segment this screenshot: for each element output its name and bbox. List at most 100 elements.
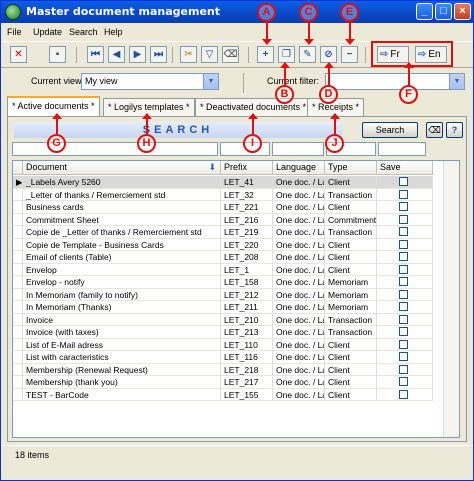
table-row[interactable]: List of E-Mail adress LET_110 One doc. / L… bbox=[13, 338, 433, 351]
save-checkbox[interactable] bbox=[399, 364, 408, 374]
search-document-input[interactable] bbox=[12, 142, 218, 156]
table-row[interactable]: TEST - BarCode LET_155 One doc. / La Client bbox=[13, 388, 433, 401]
menu-update[interactable]: Update bbox=[33, 27, 62, 37]
vertical-scrollbar[interactable] bbox=[443, 161, 459, 437]
column-header-language[interactable]: Language bbox=[273, 161, 325, 175]
save-checkbox[interactable] bbox=[399, 239, 408, 249]
deactivate-circle-icon[interactable]: ⊘ bbox=[320, 46, 337, 63]
save-checkbox[interactable] bbox=[399, 289, 408, 299]
search-save-input[interactable] bbox=[378, 142, 426, 156]
cell-prefix: LET_213 bbox=[221, 326, 273, 339]
save-checkbox[interactable] bbox=[399, 314, 408, 324]
cell-type: Transaction bbox=[325, 226, 377, 239]
row-indicator bbox=[13, 288, 23, 301]
table-row[interactable]: Email of clients (Table) LET_208 One doc. … bbox=[13, 251, 433, 264]
edit-document-icon[interactable]: ✎ bbox=[299, 46, 316, 63]
table-row[interactable]: List with caracteristics LET_116 One doc. … bbox=[13, 351, 433, 364]
toolbar-separator bbox=[172, 47, 173, 63]
maximize-button[interactable]: □ bbox=[435, 3, 452, 20]
chevron-down-icon[interactable]: ▼ bbox=[449, 74, 464, 89]
save-checkbox[interactable] bbox=[399, 339, 408, 349]
eraser-icon[interactable]: ⌫ bbox=[222, 46, 239, 63]
title-bar[interactable]: Master document management _ □ × bbox=[1, 1, 473, 23]
save-checkbox[interactable] bbox=[399, 177, 408, 186]
cell-type: Commitment bbox=[325, 213, 377, 226]
cell-save bbox=[377, 376, 433, 389]
menu-search[interactable]: Search bbox=[69, 27, 98, 37]
remove-minus-icon[interactable]: − bbox=[341, 46, 358, 63]
callout-f-arrow bbox=[404, 62, 414, 85]
save-checkbox[interactable] bbox=[399, 252, 408, 261]
cell-prefix: LET_158 bbox=[221, 276, 273, 289]
copy-document-icon[interactable]: ❐ bbox=[278, 46, 295, 63]
table-row[interactable]: Copie de Template - Business Cards LET_22… bbox=[13, 238, 433, 251]
close-button[interactable]: × bbox=[454, 3, 471, 20]
callout-i: I bbox=[243, 134, 262, 153]
next-record-icon[interactable]: ▶ bbox=[129, 46, 146, 63]
save-checkbox[interactable] bbox=[399, 352, 408, 361]
callout-j: J bbox=[325, 134, 344, 153]
row-indicator bbox=[13, 363, 23, 376]
save-checkbox[interactable] bbox=[399, 327, 408, 336]
current-view-select[interactable]: My view ▼ bbox=[81, 73, 219, 90]
table-row[interactable]: Invoice LET_210 One doc. / La Transaction bbox=[13, 313, 433, 326]
cell-prefix: LET_219 bbox=[221, 226, 273, 239]
current-filter-select[interactable]: ▼ bbox=[325, 73, 465, 90]
cell-language: One doc. / La bbox=[273, 338, 325, 351]
column-header-type[interactable]: Type bbox=[325, 161, 377, 175]
chevron-down-icon[interactable]: ▼ bbox=[203, 74, 218, 89]
column-header-document[interactable]: Document ⬇ bbox=[23, 161, 221, 175]
table-row[interactable]: In Memoriam (family to notify) LET_212 One… bbox=[13, 288, 433, 301]
cell-language: One doc. / La bbox=[273, 226, 325, 239]
clear-filter-icon[interactable]: ✂ bbox=[180, 46, 197, 63]
column-header-prefix[interactable]: Prefix bbox=[221, 161, 273, 175]
callout-c-arrow bbox=[304, 22, 314, 45]
minimize-button[interactable]: _ bbox=[416, 3, 433, 20]
save-checkbox[interactable] bbox=[399, 214, 408, 224]
save-checkbox[interactable] bbox=[399, 202, 408, 211]
delete-x-icon[interactable]: ✕ bbox=[10, 46, 27, 63]
save-checkbox[interactable] bbox=[399, 264, 408, 274]
cell-language: One doc. / La bbox=[273, 213, 325, 226]
table-row[interactable]: Copie de _Letter of thanks / Remerciemen… bbox=[13, 226, 433, 239]
toolbar-separator bbox=[76, 47, 77, 63]
save-checkbox[interactable] bbox=[399, 227, 408, 236]
cell-document: List with caracteristics bbox=[23, 351, 221, 364]
cell-type: Client bbox=[325, 201, 377, 214]
table-row[interactable]: Envelop - notify LET_158 One doc. / La Memo… bbox=[13, 276, 433, 289]
table-row[interactable]: Membership (Renewal Request) LET_218 One d… bbox=[13, 363, 433, 376]
previous-record-icon[interactable]: ◀ bbox=[108, 46, 125, 63]
funnel-filter-icon[interactable]: ▽ bbox=[201, 46, 218, 63]
search-button[interactable]: Search bbox=[362, 122, 418, 138]
table-row[interactable]: _Letter of thanks / Remerciement std LET_… bbox=[13, 188, 433, 201]
first-record-icon[interactable]: ⏮ bbox=[87, 46, 104, 63]
last-record-icon[interactable]: ⏭ bbox=[150, 46, 167, 63]
save-checkbox[interactable] bbox=[399, 377, 408, 386]
eraser-icon[interactable]: ⌫ bbox=[426, 122, 443, 138]
save-checkbox[interactable] bbox=[399, 302, 408, 311]
cell-document: Membership (Renewal Request) bbox=[23, 363, 221, 376]
current-view-label: Current view: bbox=[31, 76, 85, 86]
cell-document: Invoice (with taxes) bbox=[23, 326, 221, 339]
menu-file[interactable]: File bbox=[7, 27, 22, 37]
cell-language: One doc. / La bbox=[273, 313, 325, 326]
save-disk-icon[interactable]: ▪ bbox=[49, 46, 66, 63]
table-row[interactable]: In Memoriam (Thanks) LET_211 One doc. / La… bbox=[13, 301, 433, 314]
table-row[interactable]: Commitment Sheet LET_216 One doc. / La Comm… bbox=[13, 213, 433, 226]
table-row[interactable]: ▶ _Labels Avery 5260 LET_41 One doc. / La Cl… bbox=[13, 176, 433, 189]
menu-help[interactable]: Help bbox=[104, 27, 123, 37]
column-header-save[interactable]: Save bbox=[377, 161, 433, 175]
cell-prefix: LET_216 bbox=[221, 213, 273, 226]
cell-language: One doc. / La bbox=[273, 263, 325, 276]
save-checkbox[interactable] bbox=[399, 277, 408, 286]
table-row[interactable]: Membership (thank you) LET_217 One doc. / … bbox=[13, 376, 433, 389]
table-row[interactable]: Business cards LET_221 One doc. / La Client bbox=[13, 201, 433, 214]
search-language-input[interactable] bbox=[272, 142, 324, 156]
table-row[interactable]: Envelop LET_1 One doc. / La Client bbox=[13, 263, 433, 276]
save-checkbox[interactable] bbox=[399, 389, 408, 399]
table-row[interactable]: Invoice (with taxes) LET_213 One doc. / La… bbox=[13, 326, 433, 339]
help-button[interactable]: ? bbox=[446, 122, 463, 138]
cell-save bbox=[377, 263, 433, 276]
add-plus-icon[interactable]: + bbox=[257, 46, 274, 63]
save-checkbox[interactable] bbox=[399, 189, 408, 199]
